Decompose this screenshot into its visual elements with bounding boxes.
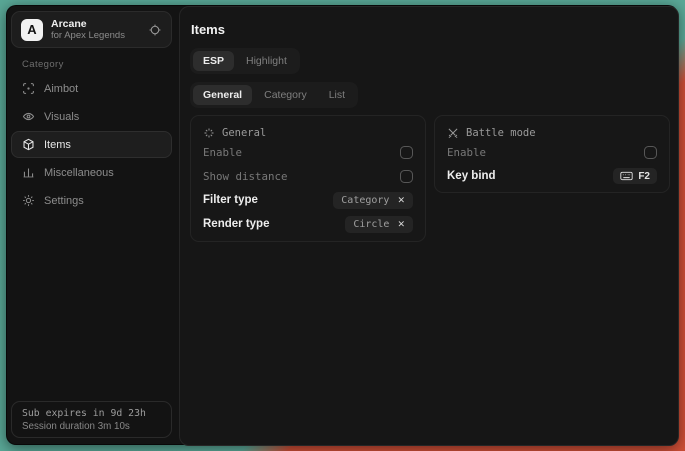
setting-row-enable-battle: Enable (447, 140, 657, 164)
setting-row-enable: Enable (203, 140, 413, 164)
setting-row-filter-type: Filter type Category ✕ (203, 188, 413, 212)
setting-label: Key bind (447, 170, 496, 182)
show-distance-checkbox[interactable] (400, 170, 413, 183)
sidebar-item-label: Aimbot (44, 83, 78, 95)
general-card-header: General (203, 126, 413, 140)
filter-type-value: Category (341, 195, 389, 206)
app-logo: A (21, 19, 43, 41)
session-status-card: Sub expires in 9d 23h Session duration 3… (11, 401, 172, 438)
close-icon[interactable]: ✕ (397, 195, 405, 206)
logo-card: A Arcane for Apex Legends (11, 11, 172, 48)
category-section-label: Category (22, 59, 64, 70)
battle-enable-checkbox[interactable] (644, 146, 657, 159)
logo-text: Arcane for Apex Legends (51, 18, 125, 42)
package-icon (22, 138, 35, 151)
setting-label: Enable (203, 146, 242, 159)
enable-checkbox[interactable] (400, 146, 413, 159)
sidebar-item-label: Miscellaneous (44, 167, 114, 179)
sidebar: A Arcane for Apex Legends Category (7, 6, 179, 444)
columns-icon (22, 166, 35, 179)
tab-general[interactable]: General (193, 85, 252, 105)
tab-highlight[interactable]: Highlight (236, 51, 297, 71)
battle-card-title: Battle mode (466, 127, 536, 139)
battle-card-header: Battle mode (447, 126, 657, 140)
swords-icon (447, 127, 459, 139)
gear-icon (22, 194, 35, 207)
tab-list[interactable]: List (319, 85, 355, 105)
setting-row-render-type: Render type Circle ✕ (203, 212, 413, 236)
tab-category[interactable]: Category (254, 85, 317, 105)
sidebar-item-label: Items (44, 139, 71, 151)
app-subtitle: for Apex Legends (51, 30, 125, 41)
session-duration-text: Session duration 3m 10s (22, 421, 161, 432)
keybind-button[interactable]: F2 (613, 168, 657, 184)
main-panel: Items ESP Highlight General Category Lis… (179, 6, 679, 446)
sub-expiry-text: Sub expires in 9d 23h (22, 408, 161, 419)
sidebar-item-label: Visuals (44, 111, 79, 123)
setting-row-show-distance: Show distance (203, 164, 413, 188)
unload-crosshair-icon[interactable] (148, 23, 162, 37)
sidebar-item-settings[interactable]: Settings (11, 187, 172, 214)
crosshair-icon (22, 82, 35, 95)
sidebar-item-items[interactable]: Items (11, 131, 172, 158)
setting-label: Filter type (203, 194, 258, 206)
render-type-select[interactable]: Circle ✕ (345, 216, 413, 233)
eye-icon (22, 110, 35, 123)
view-tabs: General Category List (190, 82, 358, 108)
setting-label: Enable (447, 146, 486, 159)
tune-icon (203, 127, 215, 139)
sidebar-nav: Aimbot Visuals Items (11, 75, 172, 215)
sidebar-item-label: Settings (44, 195, 84, 207)
general-card-title: General (222, 127, 266, 139)
battle-mode-card: Battle mode Enable Key bind F2 (434, 115, 670, 193)
render-type-value: Circle (353, 219, 389, 230)
close-icon[interactable]: ✕ (397, 219, 405, 230)
sidebar-item-aimbot[interactable]: Aimbot (11, 75, 172, 102)
page-title: Items (191, 22, 225, 37)
app-title: Arcane (51, 18, 125, 31)
setting-label: Show distance (203, 170, 288, 183)
setting-row-key-bind: Key bind F2 (447, 164, 657, 188)
sidebar-item-visuals[interactable]: Visuals (11, 103, 172, 130)
keyboard-icon (620, 171, 633, 181)
setting-label: Render type (203, 218, 269, 230)
app-window: A Arcane for Apex Legends Category (6, 5, 678, 445)
sidebar-item-miscellaneous[interactable]: Miscellaneous (11, 159, 172, 186)
filter-type-select[interactable]: Category ✕ (333, 192, 413, 209)
mode-tabs: ESP Highlight (190, 48, 300, 74)
keybind-value: F2 (638, 171, 650, 182)
tab-esp[interactable]: ESP (193, 51, 234, 71)
general-card: General Enable Show distance Filter type… (190, 115, 426, 242)
